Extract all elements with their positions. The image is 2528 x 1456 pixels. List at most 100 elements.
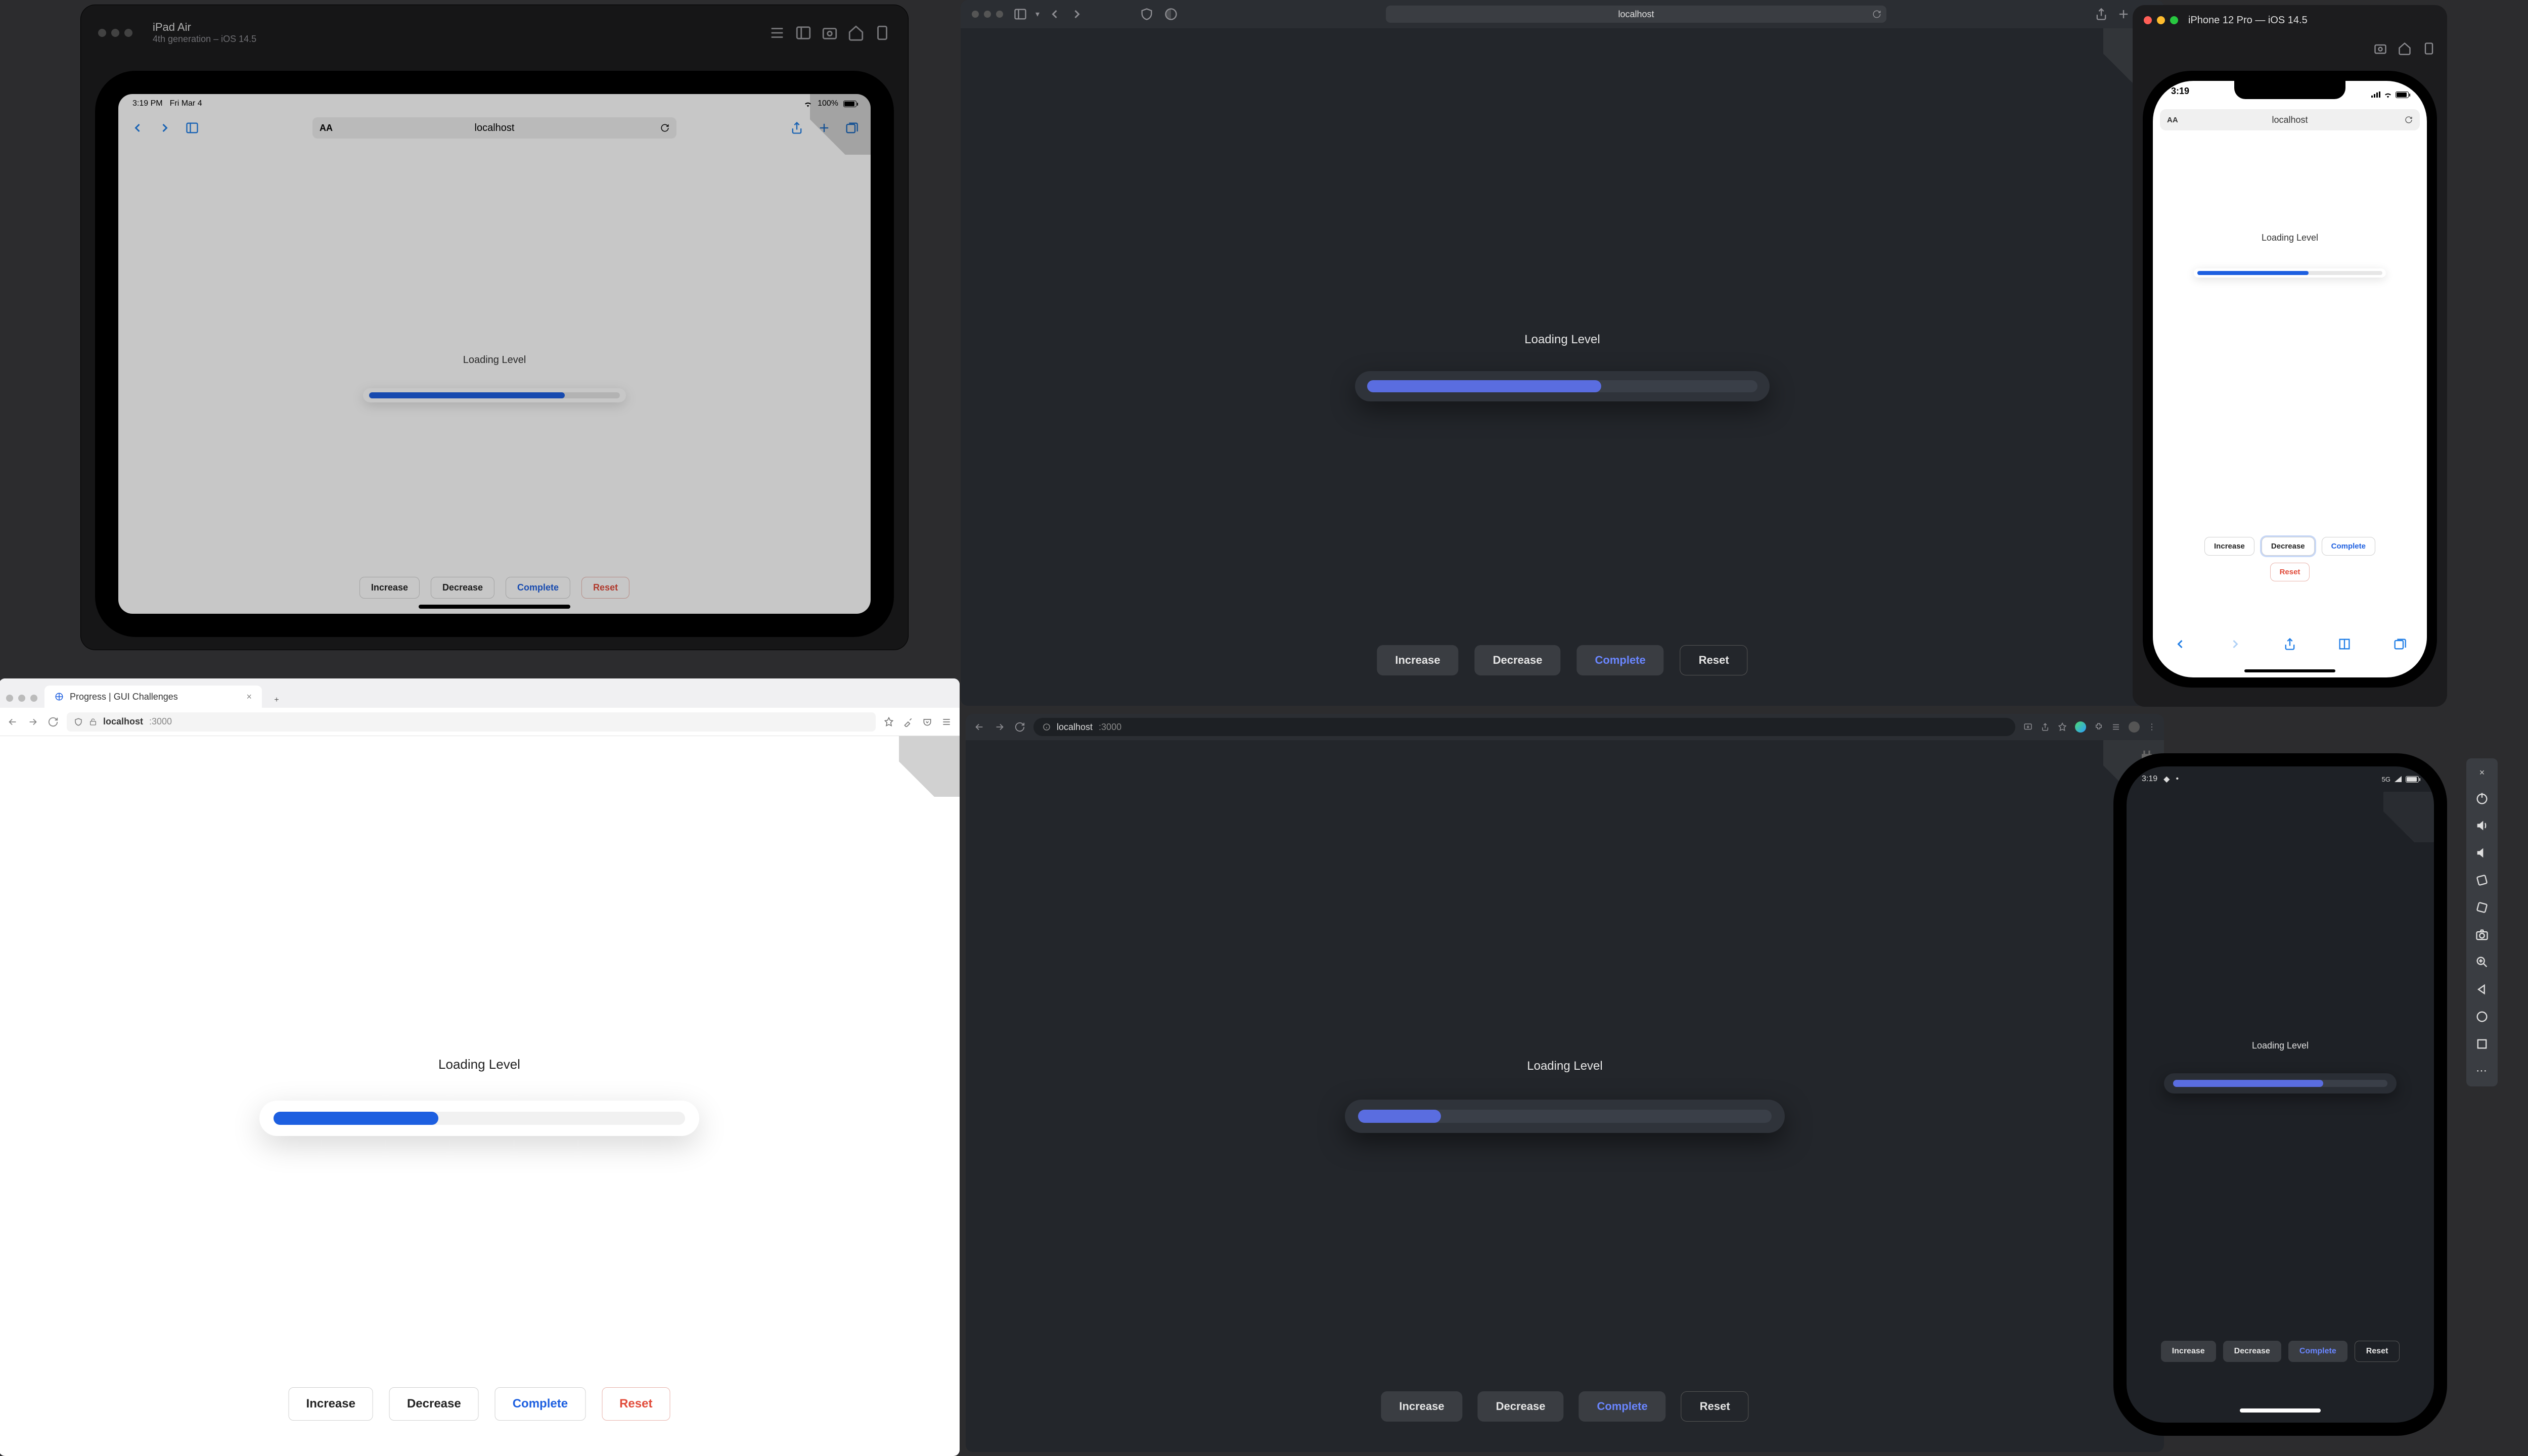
close-dot[interactable] [972,11,979,18]
new-tab-button[interactable]: + [269,693,284,708]
decrease-button[interactable]: Decrease [431,577,494,599]
forward-icon[interactable] [158,121,172,135]
back-triangle-icon[interactable] [2475,982,2489,996]
bookmark-star-icon[interactable] [884,717,894,727]
chevron-down-icon[interactable]: ▾ [1035,9,1040,19]
minimize-dot[interactable] [2157,16,2165,24]
rotate-icon[interactable] [2422,41,2436,56]
close-dot[interactable] [2144,16,2152,24]
volume-down-icon[interactable] [2475,846,2489,860]
rotate-left-icon[interactable] [2475,873,2489,887]
extension-icon[interactable] [2075,721,2086,733]
complete-button[interactable]: Complete [495,1387,585,1421]
complete-button[interactable]: Complete [2288,1341,2348,1362]
shield-icon[interactable] [74,717,83,726]
close-icon[interactable]: × [2479,767,2485,778]
eyedropper-icon[interactable] [903,717,913,727]
extensions-icon[interactable] [2094,722,2103,732]
tabs-icon[interactable] [2392,637,2407,651]
decrease-button[interactable]: Decrease [2262,537,2315,556]
zoom-icon[interactable] [2475,955,2489,969]
back-icon[interactable] [974,721,985,733]
quick-settings-icon[interactable] [769,24,786,41]
theme-icon[interactable] [1164,7,1178,21]
active-tab[interactable]: Progress | GUI Challenges × [44,686,262,708]
more-icon[interactable]: ⋯ [2476,1064,2488,1077]
reader-aa-icon[interactable]: AA [2167,116,2178,124]
complete-button[interactable]: Complete [1577,645,1664,675]
pocket-icon[interactable] [922,717,932,727]
new-tab-icon[interactable] [2116,7,2131,21]
menu-icon[interactable] [941,717,952,727]
share-icon[interactable] [2283,637,2297,651]
reload-icon[interactable] [2405,116,2413,124]
bookmarks-icon[interactable] [2337,637,2352,651]
zoom-dot[interactable] [2170,16,2178,24]
tab-close-icon[interactable]: × [246,692,252,702]
back-icon[interactable] [1048,7,1062,21]
url-field[interactable]: AA localhost [2160,109,2420,130]
reload-icon[interactable] [660,123,669,132]
reload-icon[interactable] [1014,721,1025,733]
share-icon[interactable] [2094,7,2108,21]
reload-icon[interactable] [1872,10,1881,19]
zoom-dot[interactable] [124,29,132,37]
forward-icon[interactable] [994,721,1005,733]
url-field[interactable]: AA localhost [312,117,676,139]
complete-button[interactable]: Complete [506,577,570,599]
volume-up-icon[interactable] [2475,818,2489,833]
devtools-icon[interactable] [2111,722,2120,732]
close-dot[interactable] [6,695,13,702]
increase-button[interactable]: Increase [359,577,420,599]
reader-aa-icon[interactable]: AA [320,123,333,133]
complete-button[interactable]: Complete [2322,537,2375,556]
profile-avatar[interactable] [2129,721,2140,733]
screenshot-icon[interactable] [821,24,838,41]
decrease-button[interactable]: Decrease [389,1387,479,1421]
back-icon[interactable] [2173,637,2187,651]
home-icon[interactable] [847,24,865,41]
forward-icon[interactable] [1070,7,1084,21]
overview-square-icon[interactable] [2475,1037,2489,1051]
sidebar-icon[interactable] [1013,7,1027,21]
rotate-right-icon[interactable] [2475,900,2489,915]
reload-icon[interactable] [48,716,59,727]
screenshot-icon[interactable] [2373,41,2387,56]
minimize-dot[interactable] [18,695,25,702]
reset-button[interactable]: Reset [1681,1391,1749,1422]
menu-dots-icon[interactable]: ⋮ [2148,722,2156,732]
gesture-bar[interactable] [2240,1408,2321,1413]
home-indicator[interactable] [2244,669,2335,672]
camera-icon[interactable] [2475,928,2489,942]
reset-button[interactable]: Reset [2355,1341,2400,1362]
url-bar[interactable]: localhost:3000 [67,712,876,732]
increase-button[interactable]: Increase [2161,1341,2216,1362]
increase-button[interactable]: Increase [1377,645,1458,675]
reset-button[interactable]: Reset [581,577,629,599]
minimize-dot[interactable] [984,11,991,18]
url-bar[interactable]: localhost:3000 [1033,718,2015,736]
reset-button[interactable]: Reset [2270,563,2310,581]
forward-icon[interactable] [27,716,38,727]
back-icon[interactable] [7,716,18,727]
install-app-icon[interactable] [2023,722,2033,732]
sidebar-icon[interactable] [185,121,199,135]
minimize-dot[interactable] [111,29,119,37]
reset-button[interactable]: Reset [1680,645,1748,675]
zoom-dot[interactable] [996,11,1003,18]
back-icon[interactable] [130,121,145,135]
decrease-button[interactable]: Decrease [1475,645,1561,675]
zoom-dot[interactable] [30,695,37,702]
power-icon[interactable] [2475,791,2489,805]
rotate-icon[interactable] [874,24,891,41]
lock-open-icon[interactable] [89,718,97,726]
complete-button[interactable]: Complete [1579,1391,1666,1422]
home-icon[interactable] [2398,41,2412,56]
info-icon[interactable] [1043,723,1051,731]
home-indicator[interactable] [419,605,570,609]
shield-icon[interactable] [1140,7,1154,21]
increase-button[interactable]: Increase [2204,537,2254,556]
increase-button[interactable]: Increase [1381,1391,1462,1422]
sidebar-icon[interactable] [795,24,812,41]
reset-button[interactable]: Reset [602,1387,670,1421]
